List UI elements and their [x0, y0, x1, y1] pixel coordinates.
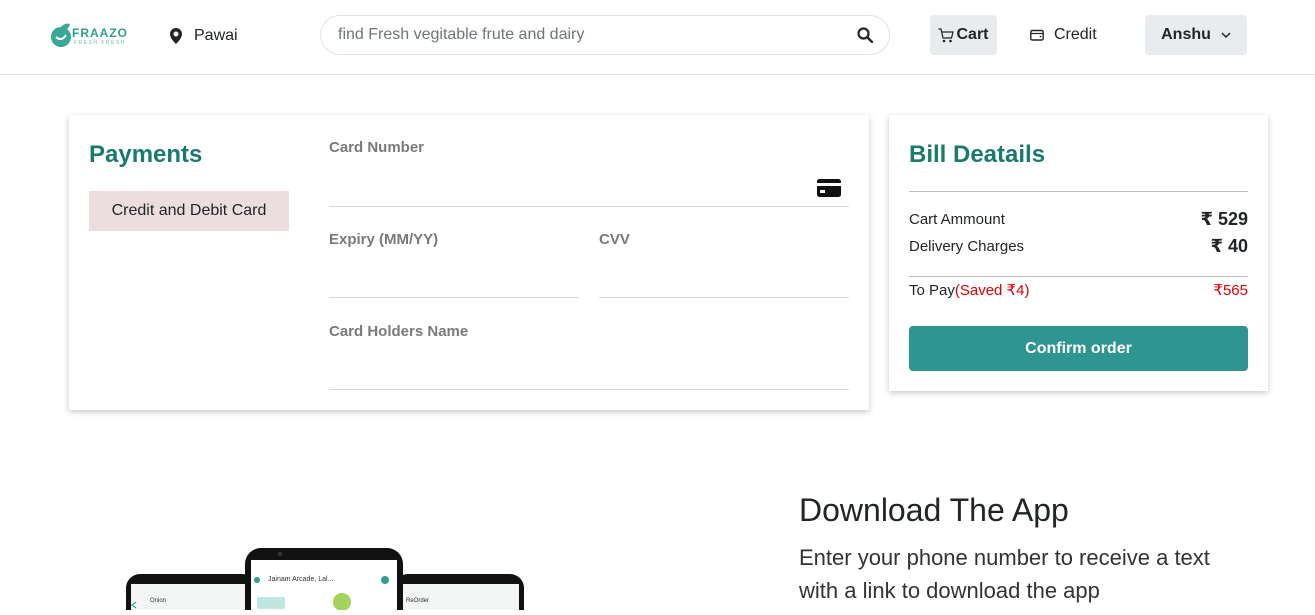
wallet-icon: [1030, 29, 1044, 41]
map-pin-icon: [170, 28, 182, 44]
payment-method-tab[interactable]: Credit and Debit Card: [89, 191, 289, 231]
bill-details-card: Bill Deatails Cart Ammount ₹ 529 Deliver…: [889, 115, 1268, 391]
to-pay-value: ₹565: [1213, 282, 1248, 299]
brand-tagline: FRESH FRESH: [74, 40, 126, 46]
cart-amount-value: ₹ 529: [1200, 209, 1248, 229]
app-phones-illustration: Onion Jainam Arcade, Lal... ReOrder: [120, 540, 530, 615]
cart-amount-row: Cart Ammount ₹ 529: [909, 209, 1248, 230]
expiry-label: Expiry (MM/YY): [329, 231, 439, 248]
cart-icon: [938, 27, 955, 42]
card-holder-label: Card Holders Name: [329, 323, 469, 340]
location-selector[interactable]: Pawai: [170, 25, 238, 47]
bill-title: Bill Deatails: [909, 141, 1046, 168]
payments-card: Payments Credit and Debit Card Card Numb…: [69, 115, 869, 410]
saved-text: (Saved ₹4): [954, 282, 1030, 299]
delivery-value: ₹ 40: [1210, 236, 1248, 256]
download-description: Enter your phone number to receive a tex…: [799, 545, 1210, 603]
search-bar: [320, 15, 890, 55]
download-title: Download The App: [799, 492, 1069, 528]
card-number-input[interactable]: [329, 167, 849, 207]
to-pay-row: To Pay(Saved ₹4) ₹565: [909, 281, 1248, 299]
credit-button[interactable]: Credit: [1030, 15, 1097, 55]
leaf-logo-icon: [51, 23, 71, 47]
to-pay-label: To Pay: [909, 282, 955, 299]
delivery-row: Delivery Charges ₹ 40: [909, 236, 1248, 257]
user-menu-button[interactable]: Anshu: [1145, 15, 1247, 55]
phone-center-text: Jainam Arcade, Lal...: [268, 576, 334, 583]
cart-button[interactable]: Cart: [930, 15, 997, 55]
phone-right-text: ReOrder: [406, 598, 430, 604]
search-input[interactable]: [338, 26, 855, 44]
payments-title: Payments: [89, 141, 203, 168]
phone-left-text: Onion: [150, 598, 167, 604]
chevron-down-icon: [1221, 32, 1231, 38]
brand-name: FRAAZO: [72, 26, 128, 40]
card-number-label: Card Number: [329, 139, 425, 156]
bill-divider: [909, 191, 1248, 192]
brand-logo[interactable]: FRAAZO FRESH FRESH: [50, 20, 130, 50]
card-holder-input[interactable]: [329, 350, 849, 390]
cvv-label: CVV: [599, 231, 630, 248]
search-icon: [857, 27, 873, 43]
user-name: Anshu: [1161, 26, 1211, 43]
cart-amount-label: Cart Ammount: [909, 211, 1005, 228]
bill-divider: [909, 276, 1248, 277]
top-navbar: FRAAZO FRESH FRESH Pawai Cart: [0, 0, 1315, 75]
confirm-order-button[interactable]: Confirm order: [909, 326, 1248, 371]
location-label: Pawai: [194, 27, 238, 44]
expiry-input[interactable]: [329, 258, 579, 298]
search-button[interactable]: [855, 25, 875, 45]
credit-card-icon: [817, 179, 841, 197]
cvv-input[interactable]: [599, 258, 849, 298]
cart-label: Cart: [956, 26, 989, 43]
credit-label: Credit: [1054, 26, 1097, 43]
delivery-label: Delivery Charges: [909, 238, 1025, 255]
phone-mockup-icon: [126, 548, 524, 615]
to-pay-label-group: To Pay(Saved ₹4): [909, 281, 1029, 299]
